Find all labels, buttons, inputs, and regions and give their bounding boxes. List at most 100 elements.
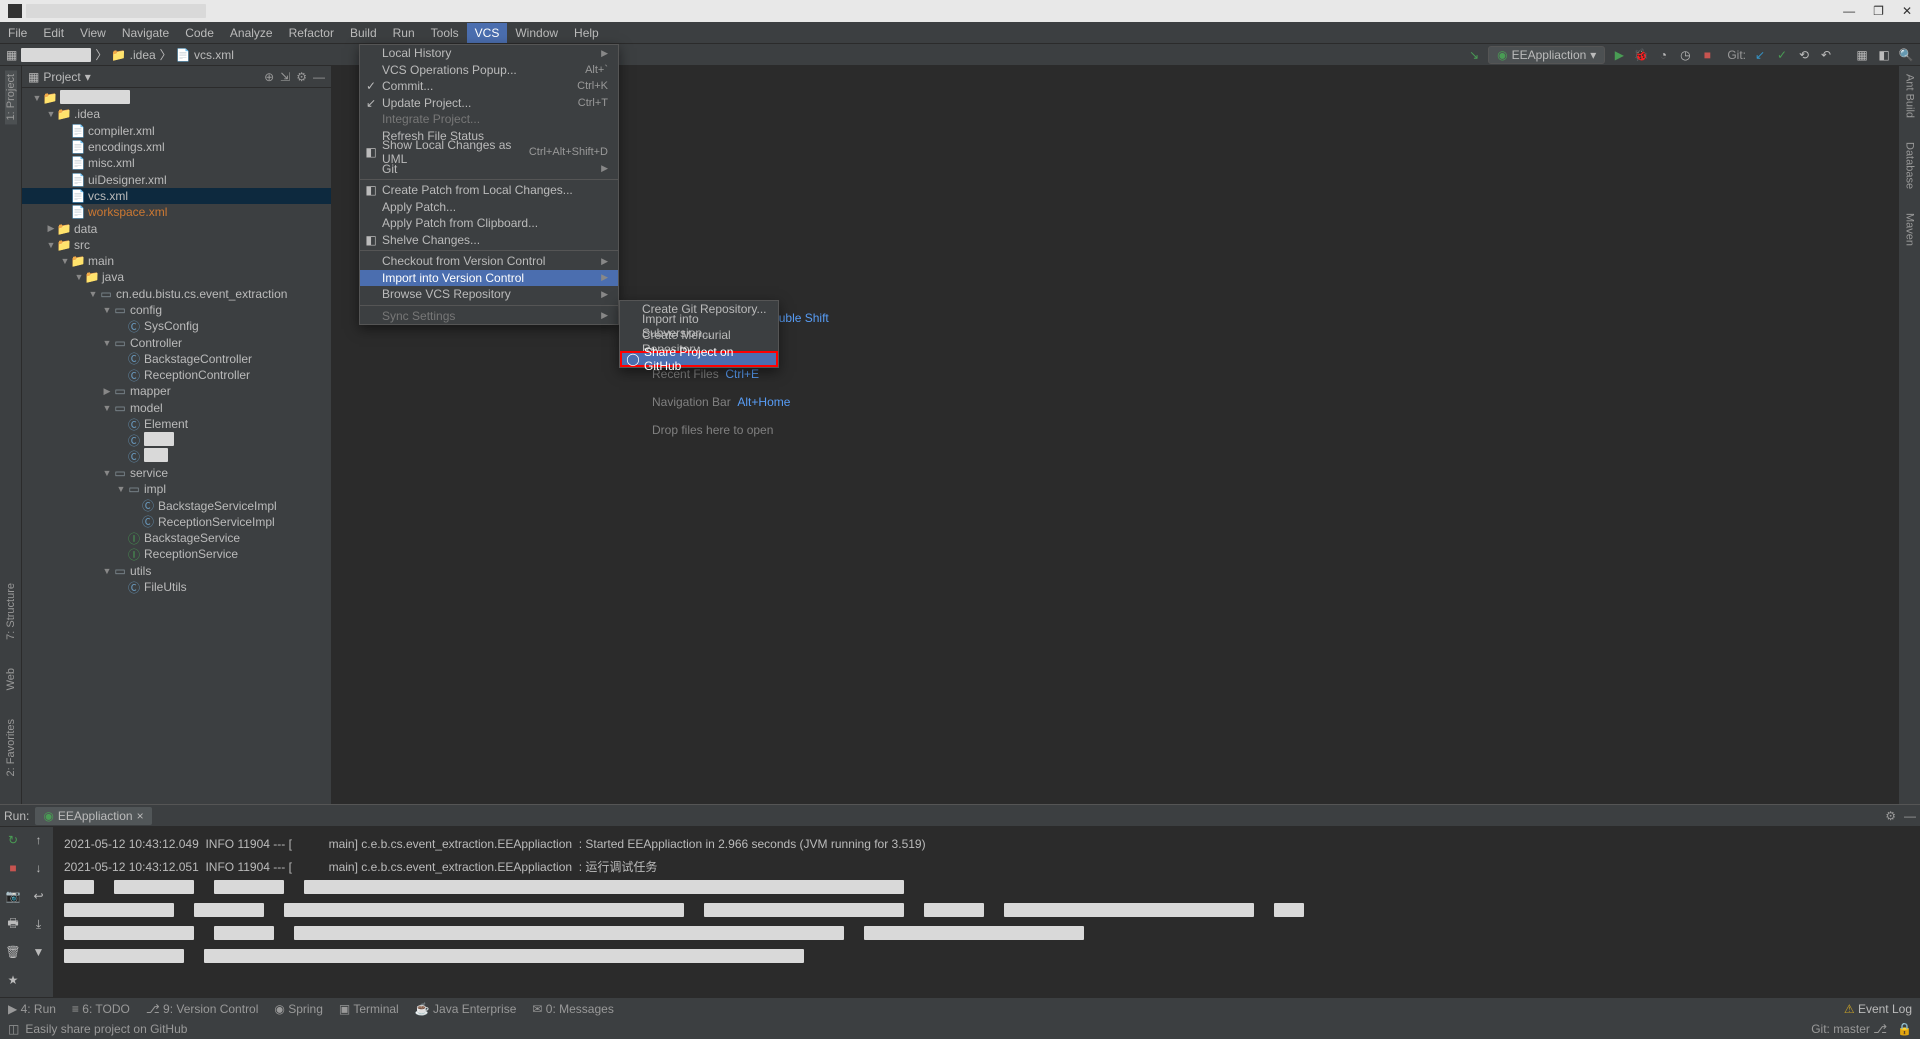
- toolbar-icon-2[interactable]: ◧: [1876, 47, 1892, 63]
- tool-todo[interactable]: ≡ 6: TODO: [72, 1002, 130, 1016]
- minimize-button[interactable]: —: [1843, 4, 1855, 18]
- tool-ant[interactable]: Ant Build: [1904, 70, 1916, 122]
- lock-icon[interactable]: 🔒: [1897, 1022, 1912, 1036]
- git-commit-icon[interactable]: ✓: [1774, 47, 1790, 63]
- filter-icon[interactable]: ▼: [30, 943, 48, 961]
- tree-row[interactable]: ▼📁: [22, 90, 331, 106]
- search-icon[interactable]: 🔍: [1898, 47, 1914, 63]
- chevron-down-icon[interactable]: ▾: [85, 70, 91, 84]
- up-icon[interactable]: ↑: [30, 831, 48, 849]
- stop-button[interactable]: ■: [1699, 47, 1715, 63]
- tool-project[interactable]: 1: Project: [5, 70, 17, 124]
- tree-row[interactable]: 📄uiDesigner.xml: [22, 171, 331, 187]
- tree-row[interactable]: 📄vcs.xml: [22, 188, 331, 204]
- tool-spring[interactable]: ◉ Spring: [274, 1002, 323, 1016]
- maximize-button[interactable]: ❐: [1873, 4, 1884, 18]
- gear-icon[interactable]: ⚙: [1885, 809, 1896, 823]
- collapse-icon[interactable]: ⇲: [280, 70, 290, 84]
- tree-row[interactable]: 📄misc.xml: [22, 155, 331, 171]
- breadcrumb-folder[interactable]: 📁 .idea: [111, 48, 155, 62]
- scroll-icon[interactable]: ⤓: [30, 915, 48, 933]
- console-output[interactable]: 2021-05-12 10:43:12.049 INFO 11904 --- […: [54, 827, 1920, 997]
- vcs-menu-item[interactable]: ◧Create Patch from Local Changes...: [360, 182, 618, 199]
- vcs-menu-item[interactable]: Sync Settings▶: [360, 308, 618, 325]
- tool-java-enterprise[interactable]: ☕ Java Enterprise: [415, 1002, 517, 1016]
- menu-navigate[interactable]: Navigate: [114, 23, 177, 43]
- tree-row[interactable]: ⒾBackstageService: [22, 530, 331, 546]
- run-tab[interactable]: ◉ EEAppliaction ×: [35, 807, 151, 825]
- tree-row[interactable]: 📄compiler.xml: [22, 123, 331, 139]
- git-revert-icon[interactable]: ↶: [1818, 47, 1834, 63]
- tool-maven[interactable]: Maven: [1904, 209, 1916, 250]
- close-tab-icon[interactable]: ×: [137, 809, 144, 823]
- rerun-icon[interactable]: ↻: [4, 831, 22, 849]
- menu-edit[interactable]: Edit: [35, 23, 72, 43]
- debug-button[interactable]: 🐞: [1633, 47, 1649, 63]
- tool-vcs[interactable]: ⎇ 9: Version Control: [146, 1002, 259, 1016]
- vcs-menu-item[interactable]: Apply Patch from Clipboard...: [360, 215, 618, 232]
- camera-icon[interactable]: 📷: [4, 887, 22, 905]
- tree-row[interactable]: ⒸElement: [22, 416, 331, 432]
- tree-row[interactable]: ▼▭utils: [22, 563, 331, 579]
- menu-code[interactable]: Code: [177, 23, 222, 43]
- vcs-menu-item[interactable]: Integrate Project...: [360, 111, 618, 128]
- vcs-menu-item[interactable]: Import into Version Control▶: [360, 270, 618, 287]
- git-branch[interactable]: Git: master ⎇: [1811, 1022, 1887, 1036]
- tool-database[interactable]: Database: [1904, 138, 1916, 193]
- project-tree[interactable]: ▼📁▼📁.idea📄compiler.xml📄encodings.xml📄mis…: [22, 88, 331, 804]
- git-history-icon[interactable]: ⟲: [1796, 47, 1812, 63]
- tool-favorites[interactable]: 2: Favorites: [5, 715, 17, 780]
- event-log[interactable]: ⚠ Event Log: [1844, 1002, 1912, 1016]
- tree-row[interactable]: ▶📁data: [22, 220, 331, 236]
- hide-icon[interactable]: —: [313, 70, 325, 84]
- down-icon[interactable]: ↓: [30, 859, 48, 877]
- vcs-menu-item[interactable]: VCS Operations Popup...Alt+`: [360, 62, 618, 79]
- tree-row[interactable]: ▼📁src: [22, 237, 331, 253]
- profile-button[interactable]: ◷: [1677, 47, 1693, 63]
- coverage-button[interactable]: ◔: [1655, 47, 1671, 63]
- print-icon[interactable]: 🖶: [4, 915, 22, 933]
- locate-icon[interactable]: ⊕: [264, 70, 274, 84]
- vcs-menu-item[interactable]: Local History▶: [360, 45, 618, 62]
- tree-row[interactable]: ▼▭model: [22, 400, 331, 416]
- tree-row[interactable]: ▼📁.idea: [22, 106, 331, 122]
- vcs-menu-item[interactable]: Apply Patch...: [360, 199, 618, 216]
- stop-icon[interactable]: ■: [4, 859, 22, 877]
- tool-web[interactable]: Web: [5, 664, 17, 694]
- toolbar-icon-1[interactable]: ▦: [1854, 47, 1870, 63]
- menu-window[interactable]: Window: [507, 23, 566, 43]
- menu-file[interactable]: File: [0, 23, 35, 43]
- menu-run[interactable]: Run: [385, 23, 423, 43]
- breadcrumb-project-icon[interactable]: ▦: [6, 48, 17, 62]
- menu-help[interactable]: Help: [566, 23, 607, 43]
- vcs-menu-item[interactable]: ✓Commit...Ctrl+K: [360, 78, 618, 95]
- vcs-menu-item[interactable]: Browse VCS Repository▶: [360, 286, 618, 303]
- tool-run[interactable]: ▶ 4: Run: [8, 1002, 56, 1016]
- wrap-icon[interactable]: ↩: [30, 887, 48, 905]
- tool-structure[interactable]: 7: Structure: [5, 579, 17, 644]
- tree-row[interactable]: ▼📁java: [22, 269, 331, 285]
- vcs-menu-item[interactable]: ◧Show Local Changes as UMLCtrl+Alt+Shift…: [360, 144, 618, 161]
- sidebar-title[interactable]: Project: [43, 70, 80, 84]
- trash-icon[interactable]: 🗑: [4, 943, 22, 961]
- menu-analyze[interactable]: Analyze: [222, 23, 281, 43]
- breadcrumb-file[interactable]: 📄 vcs.xml: [176, 48, 234, 62]
- tree-row[interactable]: ▼▭cn.edu.bistu.cs.event_extraction: [22, 286, 331, 302]
- menu-vcs[interactable]: VCS: [467, 23, 508, 43]
- tree-row[interactable]: ⒸSysConfig: [22, 318, 331, 334]
- import-menu-item[interactable]: ◯Share Project on GitHub: [620, 351, 778, 368]
- run-config-selector[interactable]: ◉ EEAppliaction ▾: [1488, 46, 1605, 64]
- vcs-menu-item[interactable]: ◧Shelve Changes...: [360, 232, 618, 249]
- tree-row[interactable]: ▼▭config: [22, 302, 331, 318]
- vcs-menu-item[interactable]: Git▶: [360, 161, 618, 178]
- tree-row[interactable]: ▶▭mapper: [22, 383, 331, 399]
- tree-row[interactable]: ▼▭impl: [22, 481, 331, 497]
- tree-row[interactable]: 📄encodings.xml: [22, 139, 331, 155]
- build-icon[interactable]: ↘: [1466, 47, 1482, 63]
- close-button[interactable]: ✕: [1902, 4, 1912, 18]
- help-icon[interactable]: ★: [4, 971, 22, 989]
- hide-icon[interactable]: —: [1904, 809, 1916, 823]
- tree-row[interactable]: ▼📁main: [22, 253, 331, 269]
- menu-tools[interactable]: Tools: [423, 23, 467, 43]
- gear-icon[interactable]: ⚙: [296, 70, 307, 84]
